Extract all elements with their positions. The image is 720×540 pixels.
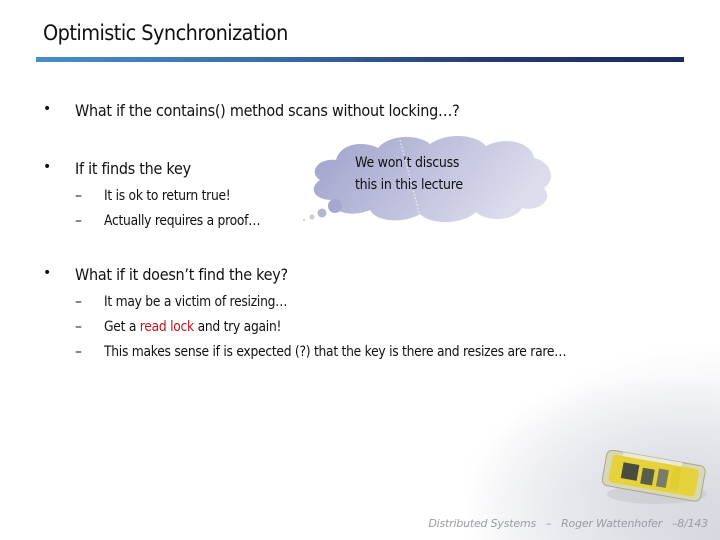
footer-author: Roger Wattenhofer [561, 517, 663, 530]
bullet-text: If it finds the key [75, 159, 191, 178]
sub-bullet-text: This makes sense if is expected (?) that… [104, 344, 567, 360]
thought-dot-tiny [302, 218, 306, 222]
thought-dot-large [328, 199, 342, 213]
footer-course: Distributed Systems [428, 517, 536, 530]
sub-bullet-marker: – [75, 294, 82, 310]
sub-bullet-text: Actually requires a proof… [104, 213, 261, 229]
sub-bullet-text: Get a read lock and try again! [104, 319, 281, 335]
sub-bullet-marker: – [75, 344, 82, 360]
text-after: and try again! [193, 319, 282, 335]
slide: Optimistic Synchronization • What if the… [0, 0, 720, 540]
slide-footer: Distributed Systems – Roger Wattenhofer … [428, 517, 708, 530]
sub-bullet-marker: – [75, 319, 82, 335]
sub-bullet-text: It may be a victim of resizing… [104, 294, 288, 310]
title-underline-bar [36, 57, 684, 62]
thought-bubble-text: We won’t discuss this in this lecture [355, 152, 463, 196]
text-before: Get a [104, 319, 140, 335]
sub-bullet-marker: – [75, 213, 82, 229]
read-lock-highlight: read lock [139, 319, 194, 335]
thought-bubble-line-2: this in this lecture [355, 177, 463, 193]
slide-title: Optimistic Synchronization [43, 21, 288, 45]
bullet-marker: • [43, 265, 51, 281]
sensor-node-image [601, 450, 707, 504]
bullet-text: What if it doesn’t find the key? [75, 265, 288, 284]
bullet-text: What if the contains() method scans with… [75, 101, 460, 120]
footer-separator: – [545, 517, 552, 530]
thought-bubble-line-1: We won’t discuss [355, 155, 460, 171]
sub-bullet-marker: – [75, 188, 82, 204]
bullet-marker: • [43, 159, 51, 175]
bullet-marker: • [43, 101, 51, 117]
sub-bullet-text: It is ok to return true! [104, 188, 231, 204]
thought-dot-medium [317, 208, 327, 218]
thought-dot-small [309, 214, 315, 220]
footer-page-number: –8/143 [671, 517, 708, 530]
